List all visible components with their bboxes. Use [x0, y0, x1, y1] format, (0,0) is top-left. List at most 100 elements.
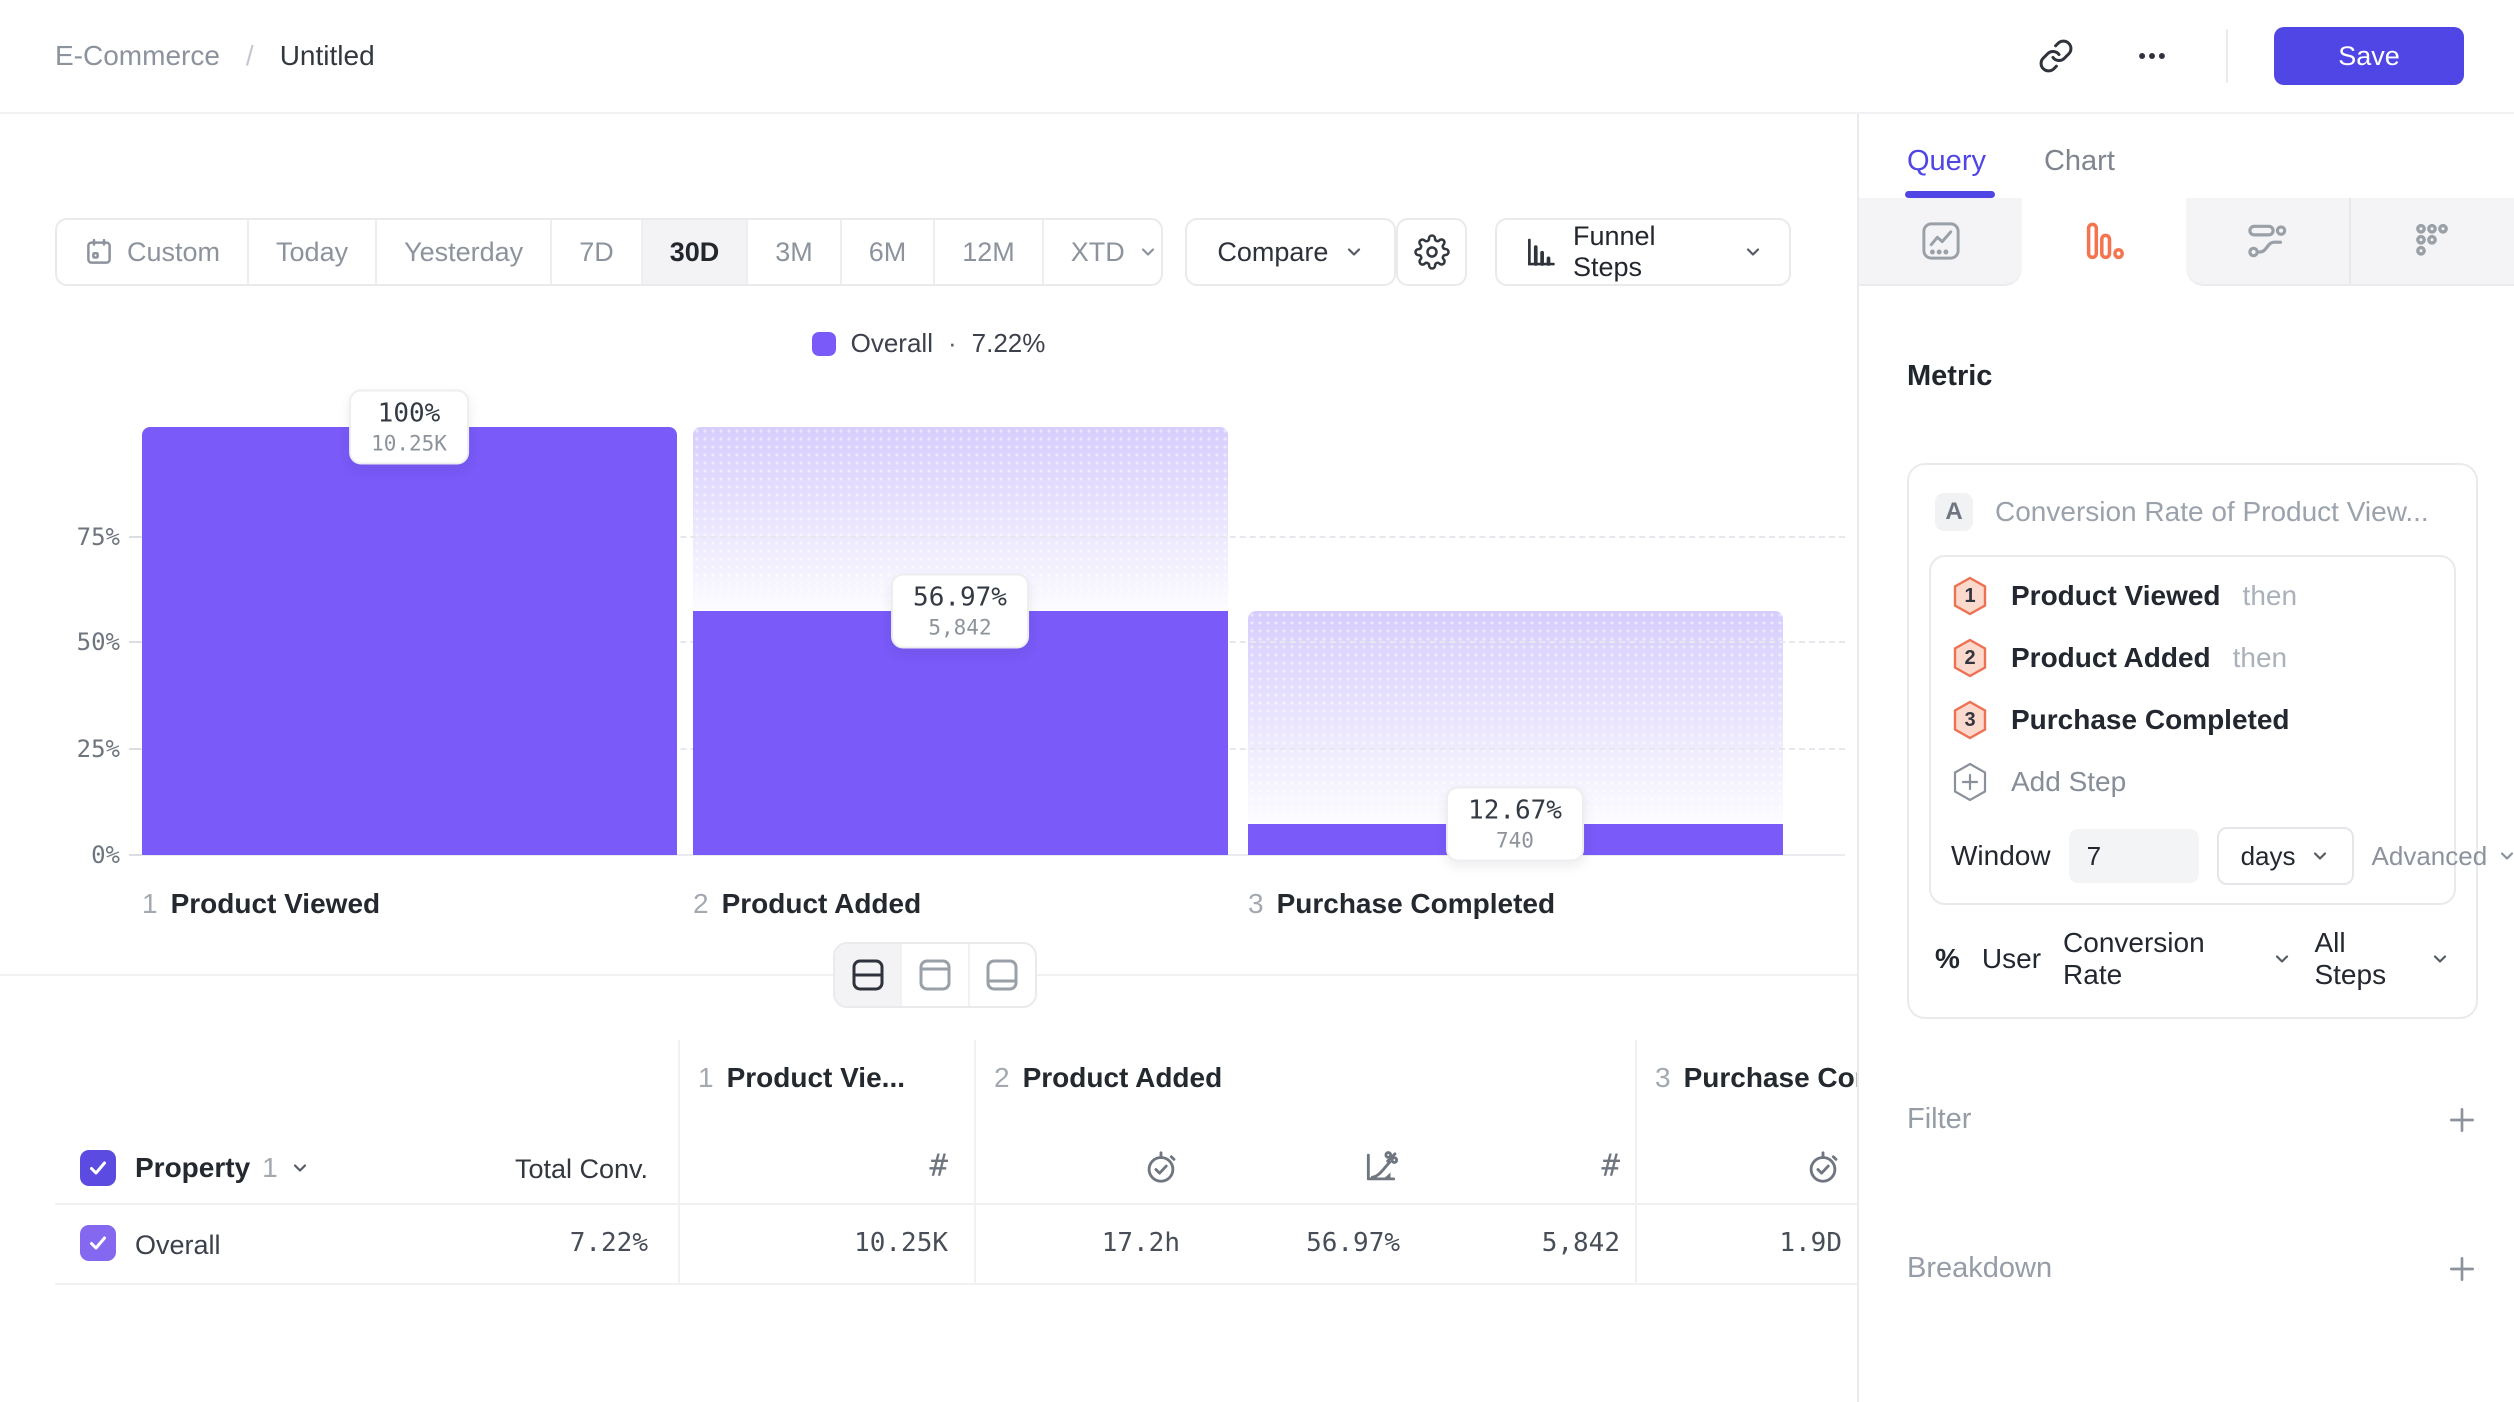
ellipsis-icon: [2135, 39, 2169, 73]
query-panel: Query Chart: [1857, 114, 2514, 1402]
more-options-button[interactable]: [2124, 28, 2180, 84]
date-range-yesterday[interactable]: Yesterday: [377, 220, 552, 284]
column-time-step2[interactable]: [994, 1148, 1180, 1186]
column-rate-step2[interactable]: [1200, 1148, 1400, 1186]
tab-query[interactable]: Query: [1907, 145, 1986, 178]
chevron-down-icon: [2310, 846, 2330, 866]
funnel-step-2[interactable]: 2 Product Added then: [1951, 627, 2434, 689]
date-range-custom[interactable]: Custom: [57, 220, 249, 284]
breakdown-section: Breakdown: [1907, 1252, 2478, 1285]
step-name: Product Added: [722, 888, 922, 920]
bar-label-count: 10.25K: [371, 432, 447, 456]
chevron-down-icon: [2497, 846, 2514, 866]
column-count-step1[interactable]: #: [698, 1148, 948, 1184]
measure-metric-select[interactable]: Conversion Rate: [2063, 927, 2292, 991]
layout-table-only-button[interactable]: [970, 944, 1035, 1006]
column-count-step2[interactable]: #: [1430, 1148, 1620, 1184]
row-label-overall: Overall: [135, 1230, 221, 1261]
chart-type-tab-line[interactable]: [1859, 198, 2022, 286]
window-value-input[interactable]: [2069, 829, 2199, 883]
y-axis-tick-0: 0%: [30, 841, 120, 869]
date-range-today[interactable]: Today: [249, 220, 377, 284]
chart-legend[interactable]: Overall · 7.22%: [0, 328, 1857, 359]
check-icon: [86, 1231, 110, 1255]
step-number: 2: [693, 888, 709, 920]
date-range-control: Custom Today Yesterday 7D 30D 3M 6M 12M …: [55, 218, 1163, 286]
table-column-divider: [1635, 1040, 1637, 1285]
layout-split-button[interactable]: [835, 944, 902, 1006]
step-badge-number: 2: [1951, 638, 1989, 678]
column-time-step3[interactable]: [1660, 1148, 1842, 1186]
date-range-label: XTD: [1071, 237, 1125, 268]
bar-label-count: 5,842: [913, 616, 1007, 640]
compare-button[interactable]: Compare: [1185, 218, 1396, 286]
funnel-bar-step1[interactable]: [142, 427, 677, 855]
funnel-step-3[interactable]: 3 Purchase Completed: [1951, 689, 2434, 751]
total-conv-header[interactable]: Total Conv.: [398, 1154, 648, 1185]
layout-toggle: [833, 942, 1037, 1008]
add-step-button[interactable]: Add Step: [1951, 751, 2434, 813]
x-axis-label-step3: 3 Purchase Completed: [1248, 888, 1555, 920]
date-range-7d[interactable]: 7D: [552, 220, 643, 284]
top-bar: E-Commerce / Untitled: [0, 0, 2514, 114]
add-filter-button[interactable]: [2446, 1104, 2478, 1136]
add-step-hexagon-plus-icon: [1951, 762, 1989, 802]
select-all-checkbox[interactable]: [80, 1150, 116, 1186]
measure-user[interactable]: User: [1982, 943, 2041, 975]
add-step-label: Add Step: [2011, 766, 2126, 798]
property-label: Property: [135, 1152, 250, 1184]
breadcrumb-separator: /: [246, 40, 254, 72]
bar-label-step1: 100% 10.25K: [349, 390, 469, 465]
chart-type-strip: [1859, 198, 2514, 286]
app-root: E-Commerce / Untitled: [0, 0, 2514, 1402]
group-number: 3: [1655, 1062, 1671, 1094]
chart-type-tab-retention[interactable]: [2351, 198, 2514, 286]
add-breakdown-button[interactable]: [2446, 1253, 2478, 1285]
dots-grid-icon: [2410, 219, 2454, 263]
step-name: Product Viewed: [171, 888, 381, 920]
date-range-30d[interactable]: 30D: [643, 220, 749, 284]
split-rows-icon: [850, 958, 886, 992]
breadcrumb-project[interactable]: E-Commerce: [55, 40, 220, 72]
chart-type-tab-flow[interactable]: [2186, 198, 2351, 286]
save-button[interactable]: Save: [2274, 27, 2464, 85]
group-name: Product Added: [1023, 1062, 1223, 1094]
link-icon: [2038, 38, 2074, 74]
legend-swatch: [812, 332, 836, 356]
date-range-xtd[interactable]: XTD: [1044, 220, 1164, 284]
topbar-actions: Save: [2028, 27, 2464, 85]
measure-row: % User Conversion Rate All Steps: [1929, 905, 2456, 997]
chart-type-tab-funnel[interactable]: [2022, 198, 2185, 286]
breadcrumb-title[interactable]: Untitled: [280, 40, 375, 72]
date-range-12m[interactable]: 12M: [935, 220, 1044, 284]
metric-summary-row[interactable]: A Conversion Rate of Product View...: [1929, 485, 2456, 539]
chart-toolbar: Custom Today Yesterday 7D 30D 3M 6M 12M …: [0, 218, 1857, 286]
layout-chart-only-button[interactable]: [902, 944, 969, 1006]
tab-chart[interactable]: Chart: [2044, 145, 2115, 178]
chart-type-selector[interactable]: Funnel Steps: [1495, 218, 1791, 286]
window-unit-select[interactable]: days: [2217, 827, 2354, 885]
advanced-toggle[interactable]: Advanced: [2372, 841, 2514, 872]
step-badge-icon: 1: [1951, 576, 1989, 616]
cell-step1-count: 10.25K: [698, 1228, 948, 1258]
funnel-step-1[interactable]: 1 Product Viewed then: [1951, 565, 2434, 627]
bar-label-percent: 12.67%: [1468, 796, 1562, 826]
bar-label-percent: 100%: [371, 399, 447, 429]
conversion-chart-icon: [1362, 1148, 1400, 1186]
step-badge-number: 1: [1951, 576, 1989, 616]
legend-dot: ·: [948, 328, 957, 359]
step-conjunction: then: [2243, 580, 2298, 612]
property-dropdown[interactable]: Property 1: [135, 1152, 310, 1184]
measure-scope-select[interactable]: All Steps: [2314, 927, 2450, 991]
step-event-name: Purchase Completed: [2011, 704, 2290, 736]
compare-label: Compare: [1217, 237, 1328, 268]
row-checkbox-overall[interactable]: [80, 1225, 116, 1261]
table-column-divider: [974, 1040, 976, 1285]
date-range-3m[interactable]: 3M: [748, 220, 842, 284]
chart-settings-button[interactable]: [1396, 218, 1467, 286]
hash-icon: #: [1601, 1148, 1620, 1184]
stopwatch-check-icon: [1142, 1148, 1180, 1186]
date-range-6m[interactable]: 6M: [842, 220, 936, 284]
step-conjunction: then: [2233, 642, 2288, 674]
share-link-button[interactable]: [2028, 28, 2084, 84]
